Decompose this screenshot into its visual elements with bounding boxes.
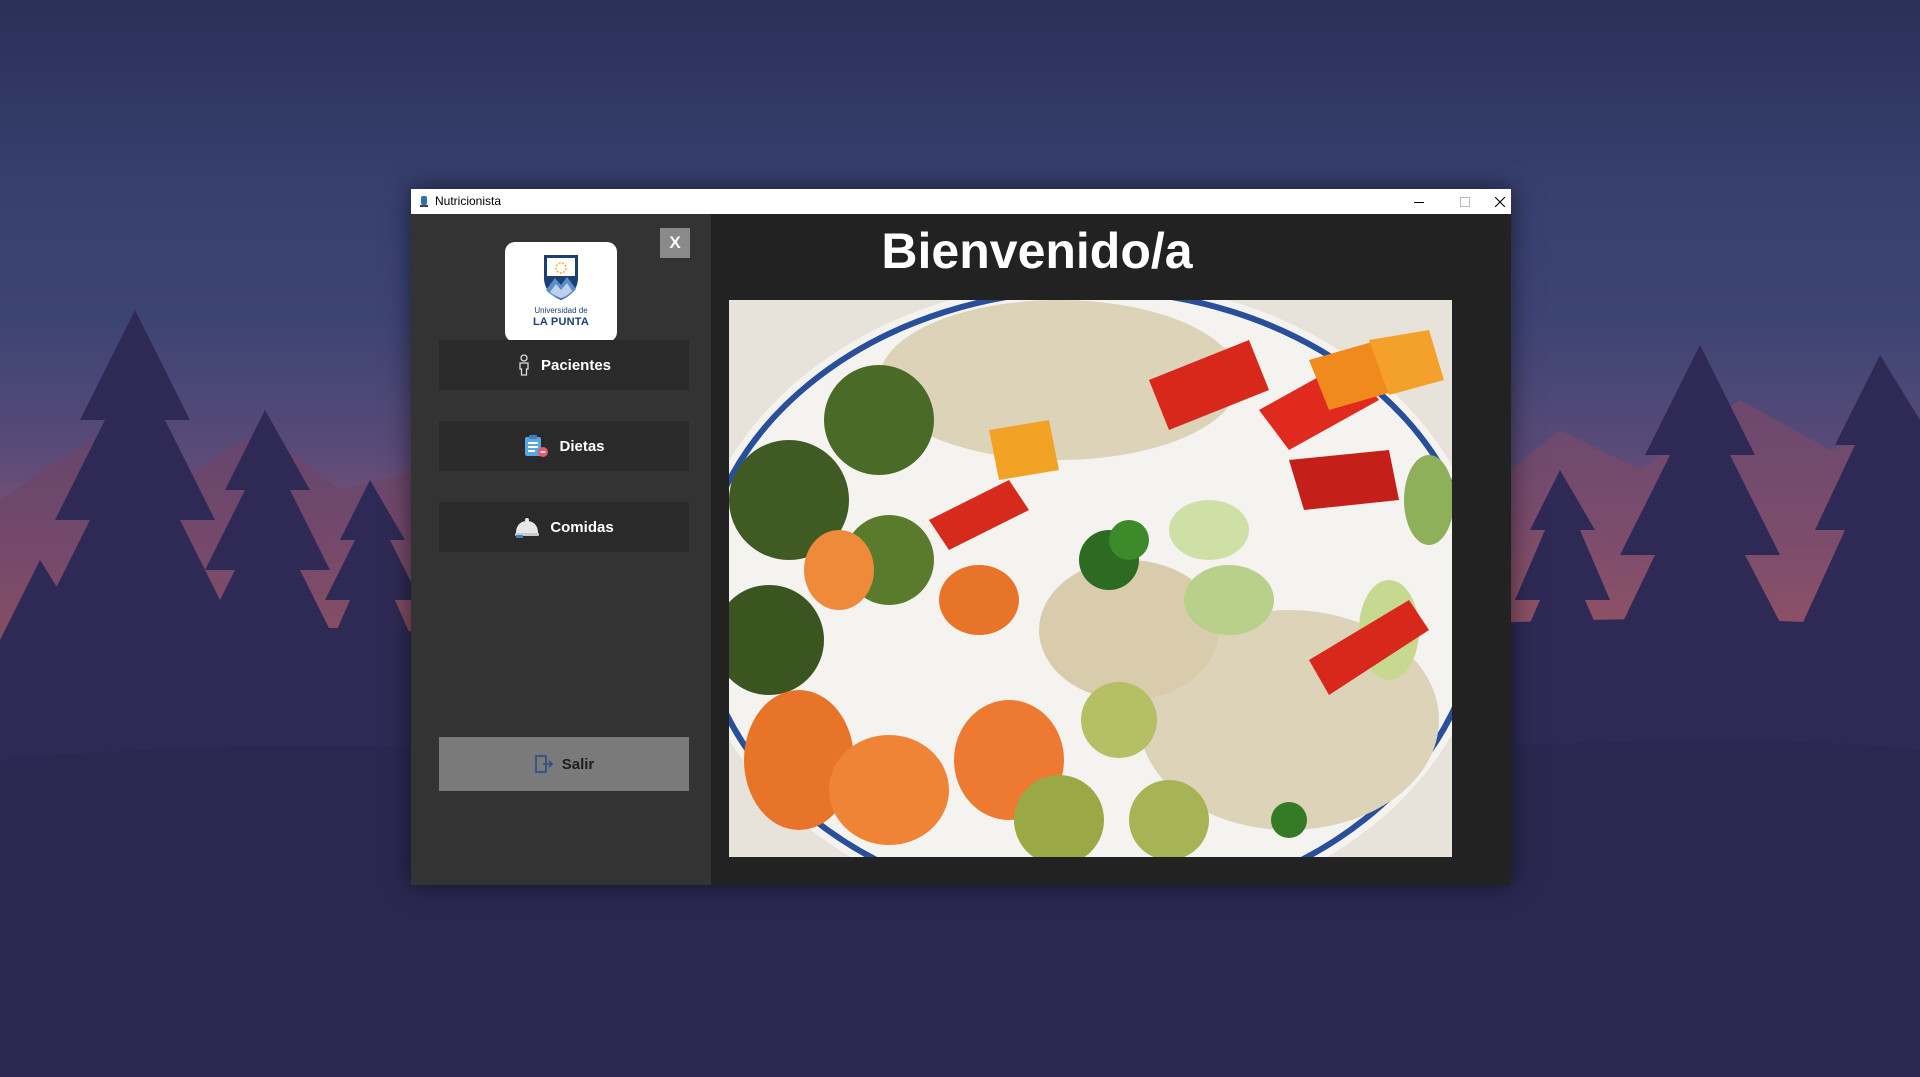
title-bar: Nutricionista	[411, 189, 1511, 215]
close-sidebar-button[interactable]: X	[660, 228, 690, 258]
nav-pacientes-label: Pacientes	[540, 356, 612, 374]
nav-comidas-label: Comidas	[550, 518, 614, 536]
logo-text-line2: LA PUNTA	[533, 316, 589, 328]
close-icon	[1494, 196, 1505, 207]
nav-dietas-label: Dietas	[559, 437, 605, 455]
minimize-icon	[1414, 201, 1424, 203]
maximize-icon	[1460, 196, 1470, 207]
vegetables-bowl-photo	[729, 300, 1452, 857]
nav-pacientes-button[interactable]: Pacientes	[439, 340, 689, 390]
person-icon	[519, 354, 529, 376]
diet-clipboard-icon	[525, 435, 549, 457]
minimize-button[interactable]	[1396, 189, 1442, 214]
app-icon	[420, 196, 428, 207]
close-window-button[interactable]	[1488, 189, 1511, 214]
main-panel: Bienvenido/a	[711, 214, 1511, 885]
food-cloche-icon	[515, 518, 540, 538]
exit-label: Salir	[561, 755, 595, 773]
logo-text-line1: Universidad de	[534, 306, 588, 315]
vegetables-bowl-illustration	[729, 300, 1452, 857]
maximize-button[interactable]	[1442, 189, 1488, 214]
nav-comidas-button[interactable]: Comidas	[439, 502, 689, 552]
exit-button[interactable]: Salir	[439, 737, 689, 791]
app-window: Nutricionista X Universidad de LA PUNTA	[411, 189, 1511, 885]
welcome-heading: Bienvenido/a	[881, 223, 1193, 279]
sidebar: X Universidad de LA PUNTA Pacientes Diet…	[411, 214, 711, 885]
university-logo: Universidad de LA PUNTA	[505, 242, 617, 342]
nav-dietas-button[interactable]: Dietas	[439, 421, 689, 471]
shield-logo-icon	[544, 255, 578, 300]
window-title: Nutricionista	[435, 194, 502, 208]
exit-door-icon	[534, 755, 553, 773]
